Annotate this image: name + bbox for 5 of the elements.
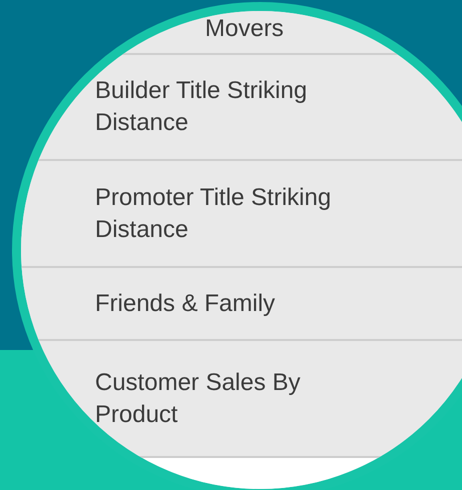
menu-item[interactable]: Friends & Family [95,288,385,320]
menu-item[interactable]: Customer Sales By Product [95,366,385,430]
menu-item[interactable]: Movers [205,13,462,45]
menu-item[interactable]: Builder Title Striking Distance [95,75,385,139]
menu-item[interactable]: Promoter Title Striking Distance [95,182,385,246]
